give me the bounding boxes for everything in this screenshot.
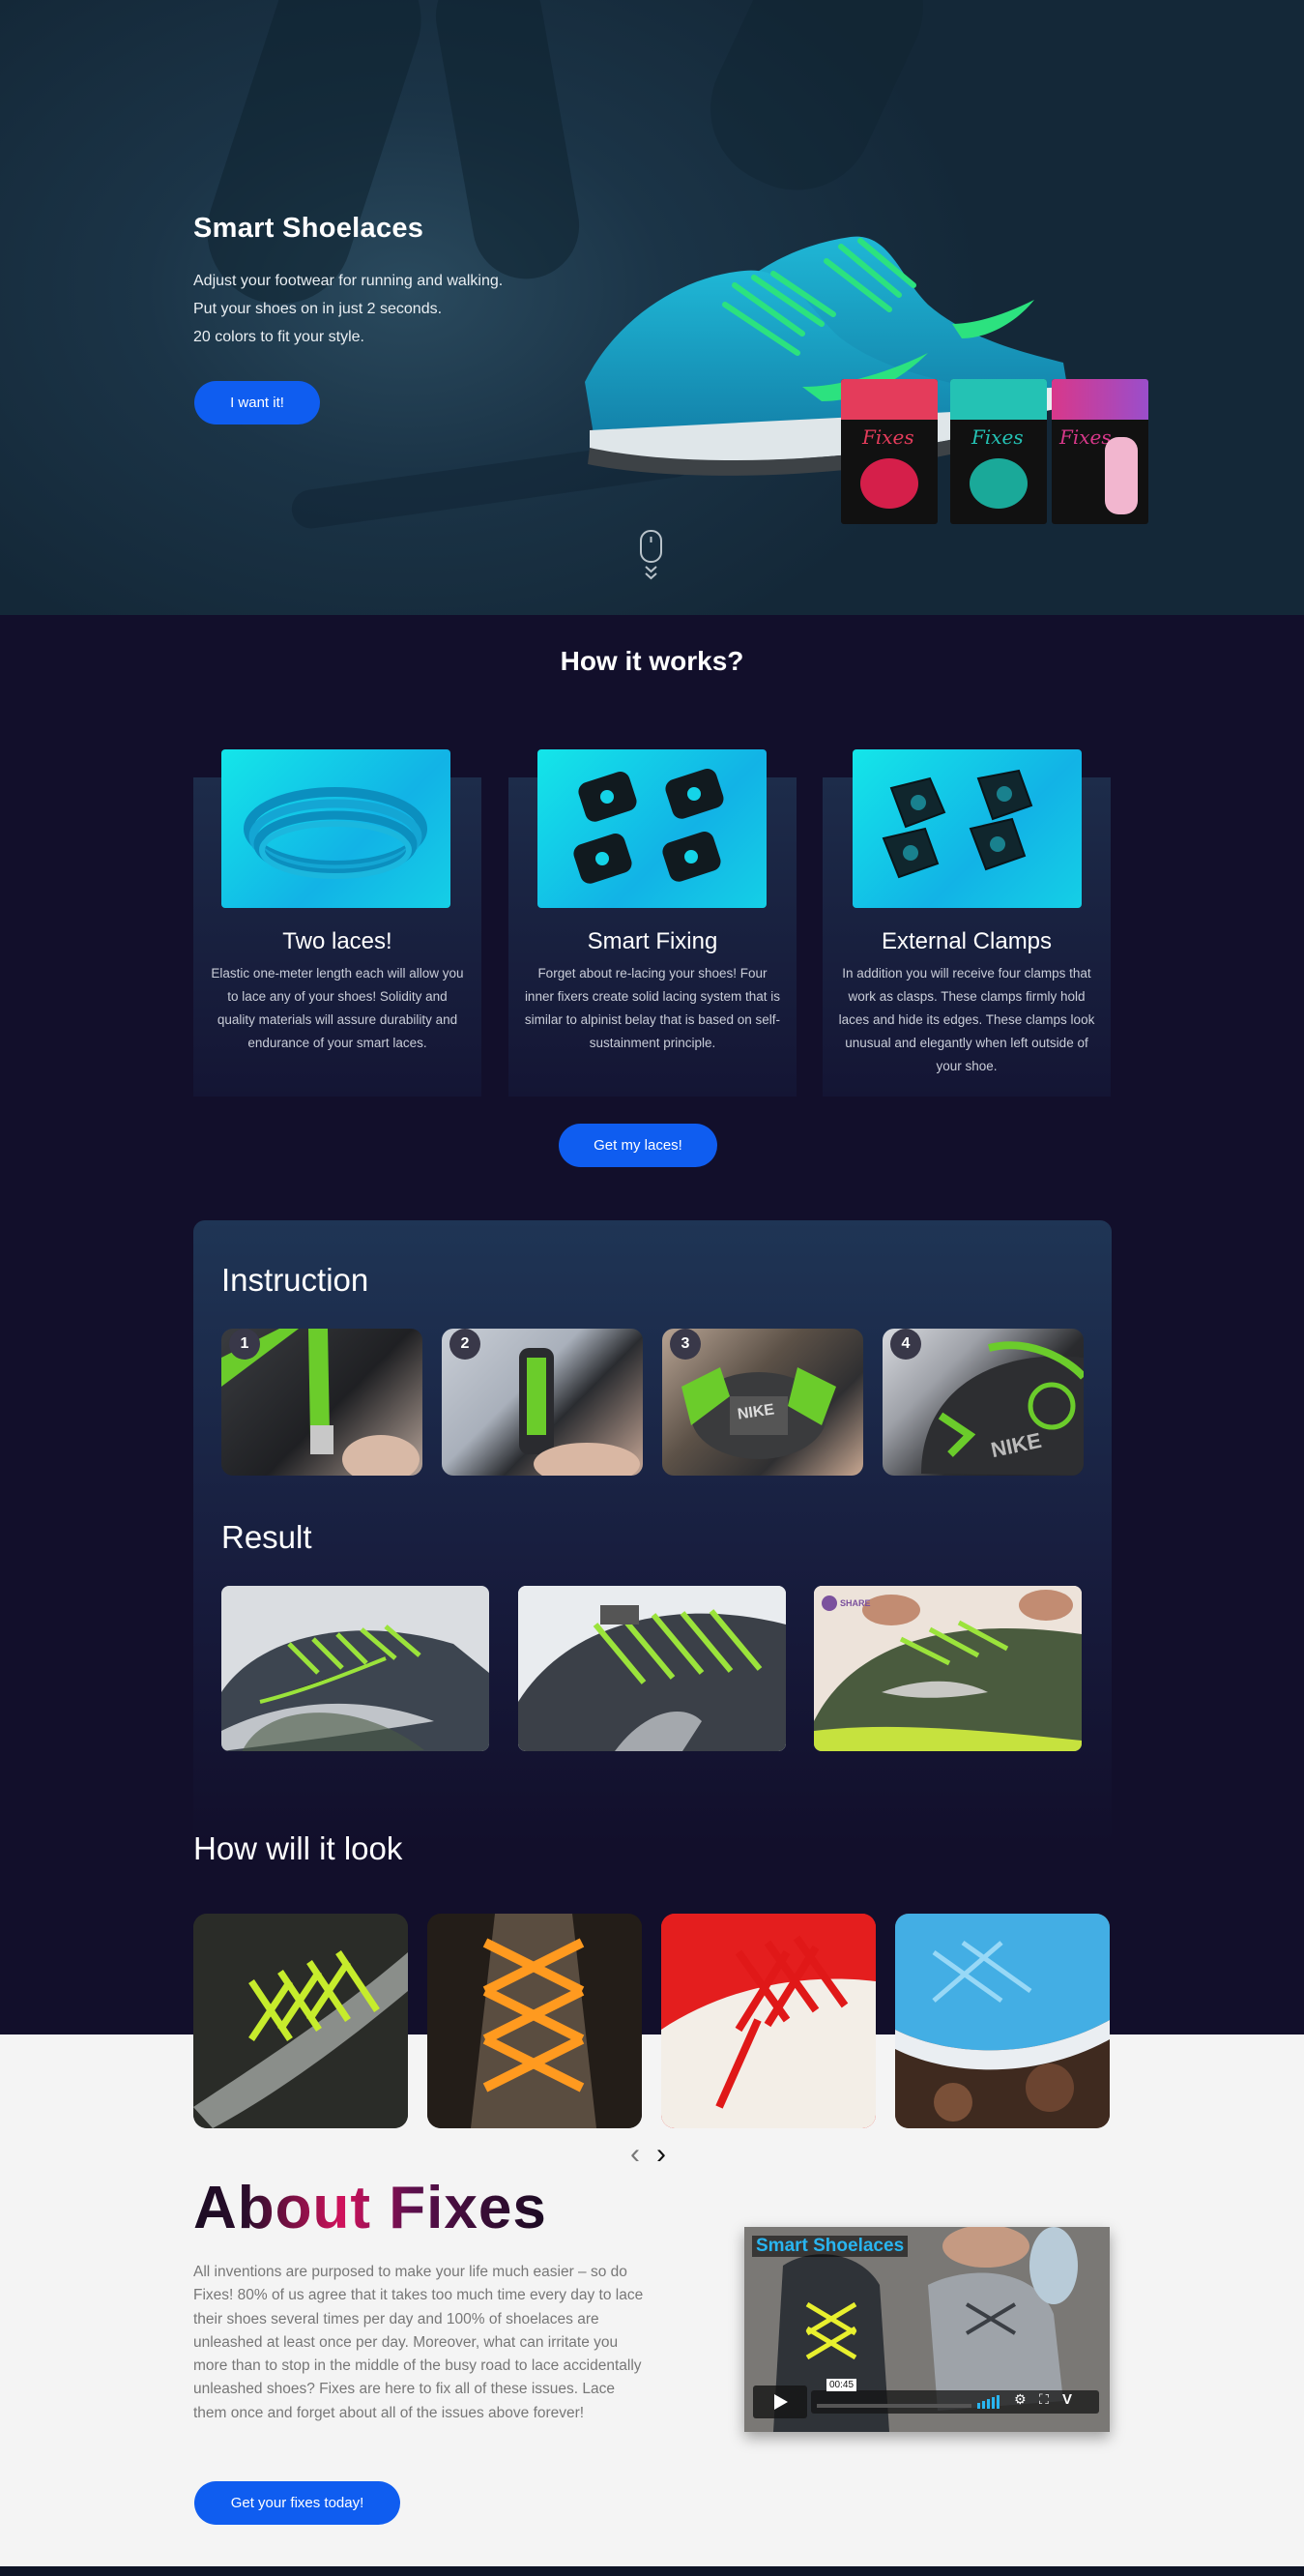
gallery-image[interactable] — [895, 1914, 1110, 2128]
hero-background-runner — [684, 0, 949, 216]
fixers-image — [537, 749, 767, 908]
video-controls: ⚙ ⛶ V 00:45 — [753, 2379, 1101, 2418]
result-image — [221, 1586, 489, 1751]
product-package: Fixes — [841, 379, 938, 524]
step-number: 2 — [449, 1329, 480, 1360]
result-image — [518, 1586, 786, 1751]
laces-image — [221, 749, 450, 908]
vimeo-icon[interactable]: V — [1062, 2391, 1072, 2408]
play-icon — [774, 2394, 788, 2410]
fullscreen-icon[interactable]: ⛶ — [1039, 2392, 1049, 2408]
about-text: All inventions are purposed to make your… — [193, 2264, 644, 2421]
product-package: Fixes — [950, 379, 1047, 524]
gallery-next-arrow[interactable]: › — [656, 2140, 666, 2169]
result-image: SHARE — [814, 1586, 1082, 1751]
video-progress-bar[interactable]: ⚙ ⛶ V — [811, 2390, 1099, 2414]
hero-background-runner — [427, 0, 588, 288]
hero-description: Adjust your footwear for running and wal… — [193, 267, 503, 351]
gallery-image[interactable] — [193, 1914, 408, 2128]
instruction-step-image: NIKE 3 — [662, 1329, 863, 1476]
get-fixes-button[interactable]: Get your fixes today! — [194, 2481, 400, 2525]
feature-card-text: In addition you will receive four clamps… — [838, 966, 1095, 1073]
video-timestamp: 00:45 — [826, 2379, 857, 2391]
footer-strip — [0, 2566, 1304, 2576]
gallery-prev-arrow[interactable]: ‹ — [630, 2140, 640, 2169]
clamps-image — [853, 749, 1082, 908]
feature-card-text: Forget about re-lacing your shoes! Four … — [524, 966, 781, 1050]
step-number: 4 — [890, 1329, 921, 1360]
gallery-image[interactable] — [427, 1914, 642, 2128]
about-title: About Fixes — [193, 2175, 547, 2241]
video-progress-track — [817, 2404, 971, 2408]
step-number: 3 — [670, 1329, 701, 1360]
how-it-works-title: How it works? — [560, 646, 744, 676]
package-brand: Fixes — [862, 425, 914, 449]
settings-icon[interactable]: ⚙ — [1014, 2392, 1027, 2408]
package-brand: Fixes — [971, 425, 1024, 449]
hero-cta-button[interactable]: I want it! — [194, 381, 320, 424]
result-title: Result — [221, 1519, 312, 1555]
viber-icon — [822, 1595, 837, 1611]
video-player[interactable]: Smart Shoelaces ⚙ ⛶ V 00:45 — [744, 2227, 1110, 2432]
video-title[interactable]: Smart Shoelaces — [752, 2236, 909, 2257]
hero-line: Adjust your footwear for running and wal… — [193, 273, 504, 289]
instruction-step-image: 1 — [221, 1329, 422, 1476]
gallery-image[interactable] — [661, 1914, 876, 2128]
instruction-step-image: 2 — [442, 1329, 643, 1476]
hero-section: Smart Shoelaces Adjust your footwear for… — [0, 0, 1304, 615]
scroll-down-icon[interactable] — [638, 530, 664, 584]
feature-card-title: External Clamps — [881, 928, 1053, 954]
hero-line: 20 colors to fit your style. — [193, 329, 364, 345]
get-laces-button[interactable]: Get my laces! — [559, 1124, 717, 1167]
instruction-step-image: NIKE 4 — [883, 1329, 1084, 1476]
play-button[interactable] — [753, 2386, 807, 2418]
feature-card-title: Two laces! — [282, 928, 392, 954]
product-package: Fixes — [1052, 379, 1148, 524]
share-badge[interactable]: SHARE — [822, 1595, 871, 1611]
feature-card-title: Smart Fixing — [587, 928, 718, 954]
hero-title: Smart Shoelaces — [193, 213, 424, 244]
instruction-title: Instruction — [221, 1262, 369, 1298]
feature-card-text: Elastic one-meter length each will allow… — [211, 966, 464, 1050]
share-label: SHARE — [840, 1598, 871, 1608]
look-title: How will it look — [193, 1830, 403, 1866]
package-brand: Fixes — [1059, 425, 1112, 449]
volume-icon[interactable] — [977, 2395, 1002, 2409]
hero-line: Put your shoes on in just 2 seconds. — [193, 301, 443, 317]
step-number: 1 — [229, 1329, 260, 1360]
